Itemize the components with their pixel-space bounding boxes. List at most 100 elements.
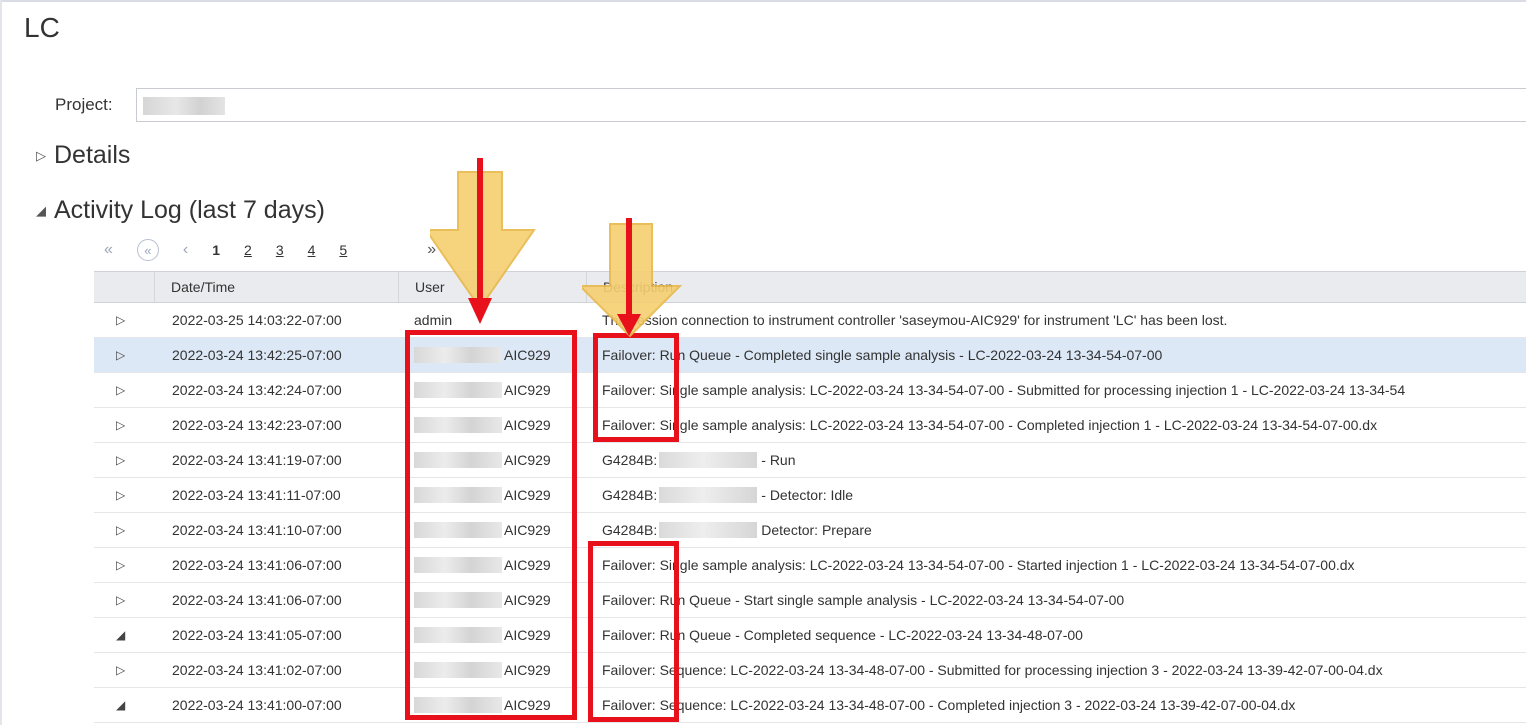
user-text: admin	[414, 312, 453, 328]
cell-datetime: 2022-03-24 13:41:19-07:00	[172, 452, 342, 468]
table-body: ▷ 2022-03-25 14:03:22-07:00 admin The sessi…	[94, 303, 1526, 723]
first-page-icon[interactable]: «	[104, 241, 113, 259]
cell-description: Failover: Run Queue - Completed single s…	[586, 338, 1526, 372]
user-name-redacted	[414, 697, 502, 713]
page-title: LC	[24, 12, 60, 43]
user-text: AIC929	[504, 417, 551, 433]
table-row[interactable]: ▷ 2022-03-24 13:41:11-07:00 AIC929 G4284B: -…	[94, 478, 1526, 513]
expand-row-icon[interactable]: ▷	[94, 303, 154, 337]
expand-row-icon[interactable]: ▷	[94, 653, 154, 687]
expand-row-icon[interactable]: ▷	[94, 338, 154, 372]
cell-description: Failover: Sequence: LC-2022-03-24 13-34-…	[586, 653, 1526, 687]
user-text: AIC929	[504, 347, 551, 363]
user-text: AIC929	[504, 627, 551, 643]
expand-row-icon[interactable]: ▷	[94, 513, 154, 547]
cell-description: The session connection to instrument con…	[586, 303, 1526, 337]
cell-user: AIC929	[398, 408, 586, 442]
table-row[interactable]: ▷ 2022-03-24 13:42:25-07:00 AIC929 Failover…	[94, 338, 1526, 373]
cell-datetime: 2022-03-24 13:42:24-07:00	[172, 382, 342, 398]
collapse-triangle-icon: ◢	[36, 202, 46, 218]
description-prefix: G4284B:	[602, 522, 658, 538]
previous-page-icon[interactable]: ‹	[183, 241, 188, 259]
cell-description: G4284B: - Detector: Idle	[586, 478, 1526, 512]
collapse-row-icon[interactable]: ◢	[94, 618, 154, 652]
cell-datetime: 2022-03-24 13:41:06-07:00	[172, 592, 342, 608]
expand-row-icon[interactable]: ▷	[94, 443, 154, 477]
description-text: The session connection to instrument con…	[602, 312, 1228, 328]
table-row[interactable]: ▷ 2022-03-24 13:41:06-07:00 AIC929 Failover…	[94, 583, 1526, 618]
table-row[interactable]: ◢ 2022-03-24 13:41:00-07:00 AIC929 Failover…	[94, 688, 1526, 723]
cell-datetime: 2022-03-24 13:42:25-07:00	[172, 347, 342, 363]
cell-user: AIC929	[398, 373, 586, 407]
page-3[interactable]: 3	[276, 242, 284, 258]
cell-user: AIC929	[398, 618, 586, 652]
table-row[interactable]: ▷ 2022-03-24 13:41:10-07:00 AIC929 G4284B: D…	[94, 513, 1526, 548]
project-value-redacted	[143, 97, 225, 115]
cell-datetime: 2022-03-24 13:41:10-07:00	[172, 522, 342, 538]
user-name-redacted	[414, 382, 502, 398]
cell-user: AIC929	[398, 653, 586, 687]
column-header-description[interactable]: Description	[586, 272, 1526, 302]
page-1[interactable]: 1	[212, 242, 220, 258]
user-name-redacted	[414, 452, 502, 468]
column-header-datetime[interactable]: Date/Time	[154, 272, 398, 302]
previous-block-icon[interactable]: «	[136, 239, 159, 261]
cell-user: admin	[398, 303, 586, 337]
page-5[interactable]: 5	[339, 242, 347, 258]
cell-user: AIC929	[398, 513, 586, 547]
cell-datetime: 2022-03-24 13:41:06-07:00	[172, 557, 342, 573]
table-row[interactable]: ◢ 2022-03-24 13:41:05-07:00 AIC929 Failover…	[94, 618, 1526, 653]
cell-description: Failover: Single sample analysis: LC-202…	[586, 408, 1526, 442]
details-section-toggle[interactable]: ▷ Details	[36, 141, 130, 170]
collapse-row-icon[interactable]: ◢	[94, 688, 154, 722]
expand-row-icon[interactable]: ▷	[94, 478, 154, 512]
table-header: Date/Time User Description	[94, 271, 1526, 303]
cell-description: Failover: Sequence: LC-2022-03-24 13-34-…	[586, 688, 1526, 722]
table-row[interactable]: ▷ 2022-03-24 13:41:02-07:00 AIC929 Failover…	[94, 653, 1526, 688]
user-name-redacted	[414, 417, 502, 433]
window-top-border	[0, 0, 1526, 2]
table-row[interactable]: ▷ 2022-03-24 13:42:23-07:00 AIC929 Failover…	[94, 408, 1526, 443]
table-row[interactable]: ▷ 2022-03-24 13:41:19-07:00 AIC929 G4284B: -…	[94, 443, 1526, 478]
table-row[interactable]: ▷ 2022-03-24 13:41:06-07:00 AIC929 Failover…	[94, 548, 1526, 583]
user-name-redacted	[414, 347, 502, 363]
expand-column-header	[94, 272, 154, 302]
description-text: Failover: Single sample analysis: LC-202…	[602, 557, 1355, 573]
cell-user: AIC929	[398, 688, 586, 722]
description-text: Failover: Run Queue - Start single sampl…	[602, 592, 1125, 608]
expand-row-icon[interactable]: ▷	[94, 548, 154, 582]
cell-user: AIC929	[398, 338, 586, 372]
description-prefix: G4284B:	[602, 452, 658, 468]
user-name-redacted	[414, 627, 502, 643]
expand-row-icon[interactable]: ▷	[94, 408, 154, 442]
cell-datetime: 2022-03-24 13:41:02-07:00	[172, 662, 342, 678]
table-row[interactable]: ▷ 2022-03-24 13:42:24-07:00 AIC929 Failover…	[94, 373, 1526, 408]
user-name-redacted	[414, 557, 502, 573]
cell-datetime: 2022-03-24 13:41:05-07:00	[172, 627, 342, 643]
description-text: Failover: Run Queue - Completed sequence…	[602, 627, 1083, 643]
page-2[interactable]: 2	[244, 242, 252, 258]
details-section-label: Details	[54, 141, 131, 169]
cell-user: AIC929	[398, 548, 586, 582]
user-name-redacted	[414, 487, 502, 503]
user-name-redacted	[414, 522, 502, 538]
next-block-icon[interactable]: »	[427, 241, 436, 259]
user-text: AIC929	[504, 592, 551, 608]
table-row[interactable]: ▷ 2022-03-25 14:03:22-07:00 admin The sessi…	[94, 303, 1526, 338]
user-text: AIC929	[504, 662, 551, 678]
user-name-redacted	[414, 592, 502, 608]
description-text: Failover: Single sample analysis: LC-202…	[602, 382, 1406, 398]
activity-log-section-label: Activity Log (last 7 days)	[54, 196, 325, 224]
page-4[interactable]: 4	[308, 242, 316, 258]
cell-user: AIC929	[398, 443, 586, 477]
cell-datetime: 2022-03-24 13:42:23-07:00	[172, 417, 342, 433]
description-text: Failover: Sequence: LC-2022-03-24 13-34-…	[602, 662, 1383, 678]
expand-row-icon[interactable]: ▷	[94, 583, 154, 617]
user-text: AIC929	[504, 382, 551, 398]
description-text: Failover: Sequence: LC-2022-03-24 13-34-…	[602, 697, 1296, 713]
expand-row-icon[interactable]: ▷	[94, 373, 154, 407]
project-field[interactable]	[136, 88, 1526, 122]
column-header-user[interactable]: User	[398, 272, 586, 302]
cell-description: Failover: Single sample analysis: LC-202…	[586, 548, 1526, 582]
activity-log-section-toggle[interactable]: ◢ Activity Log (last 7 days)	[36, 196, 325, 225]
